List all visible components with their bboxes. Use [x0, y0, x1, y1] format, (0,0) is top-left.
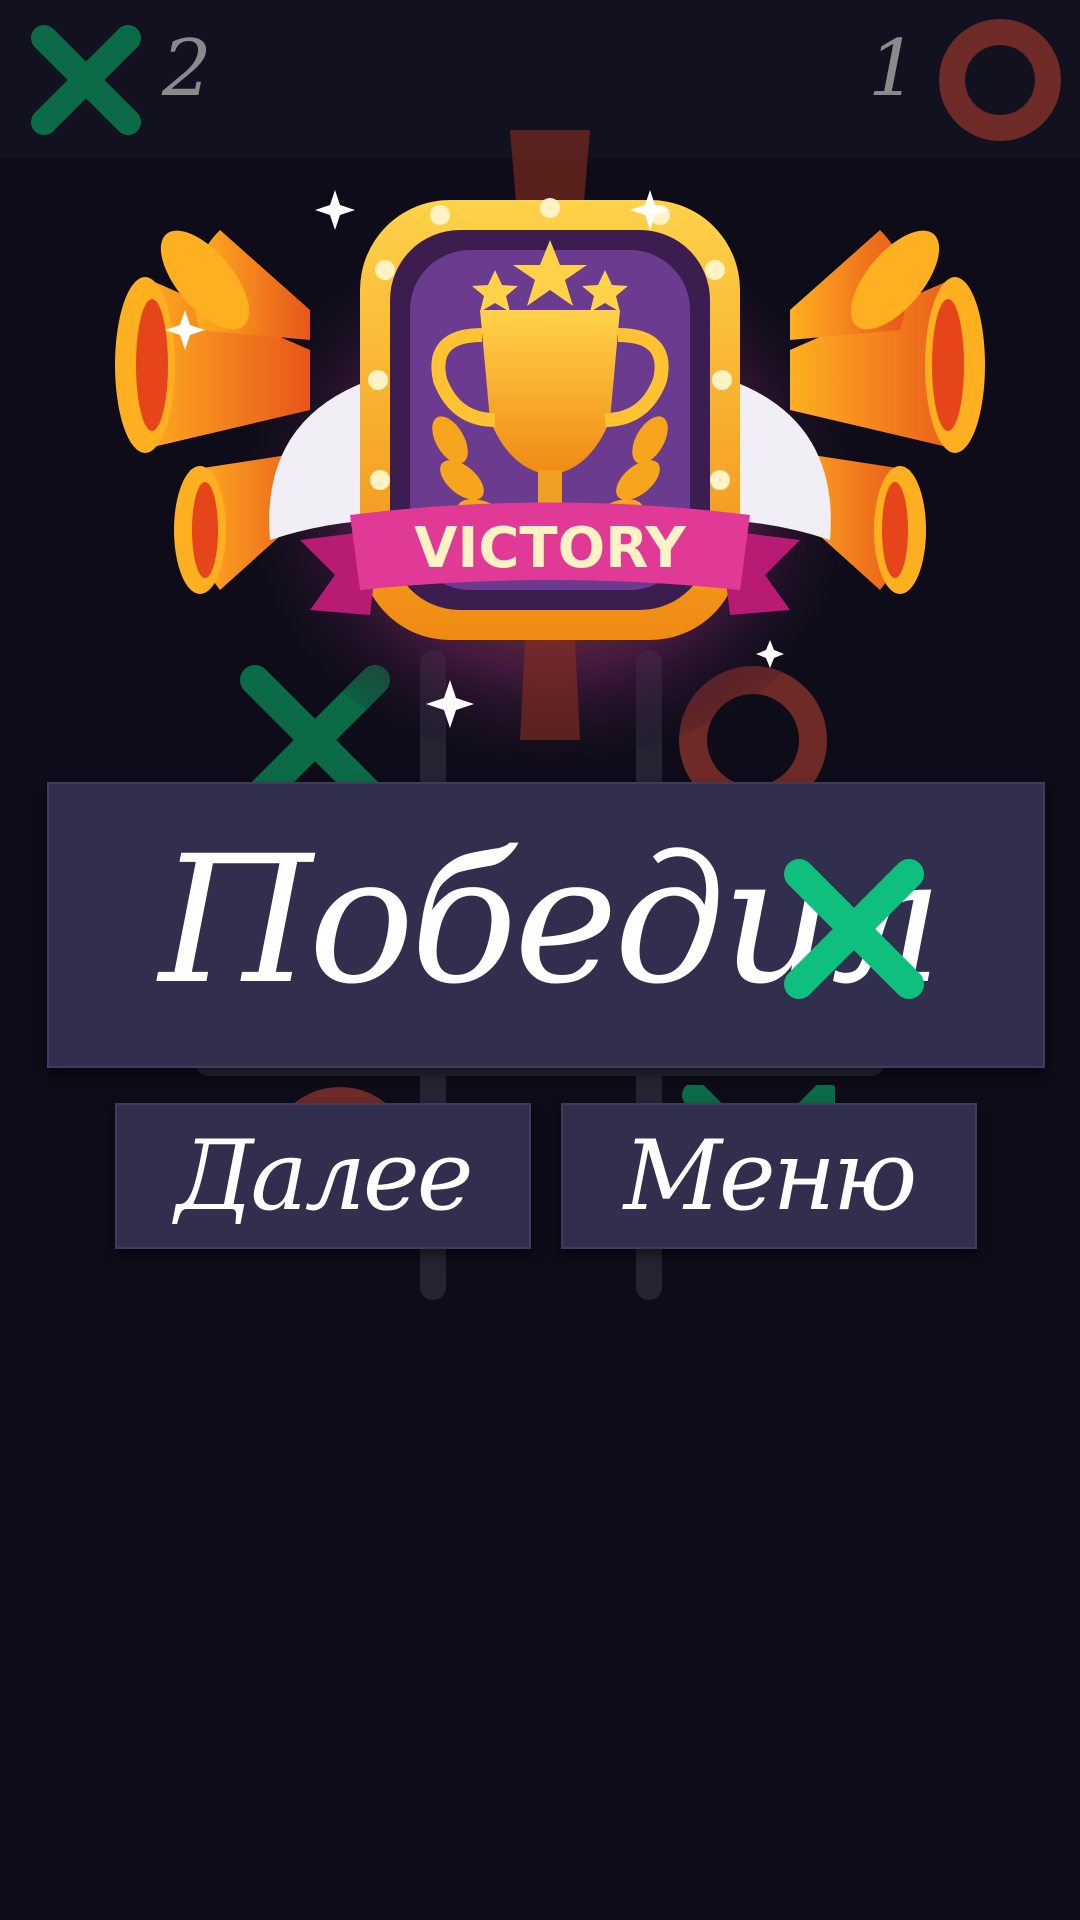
winner-panel: Победил [47, 782, 1045, 1068]
winner-cross-icon [784, 859, 924, 999]
next-button[interactable]: Далее [115, 1103, 531, 1249]
player-x-score: 2 [162, 24, 212, 114]
victory-trophy-icon: VICTORY [115, 130, 985, 760]
player-o-score: 1 [868, 24, 918, 114]
menu-button[interactable]: Меню [561, 1103, 977, 1249]
victory-banner-text: VICTORY [414, 516, 687, 581]
